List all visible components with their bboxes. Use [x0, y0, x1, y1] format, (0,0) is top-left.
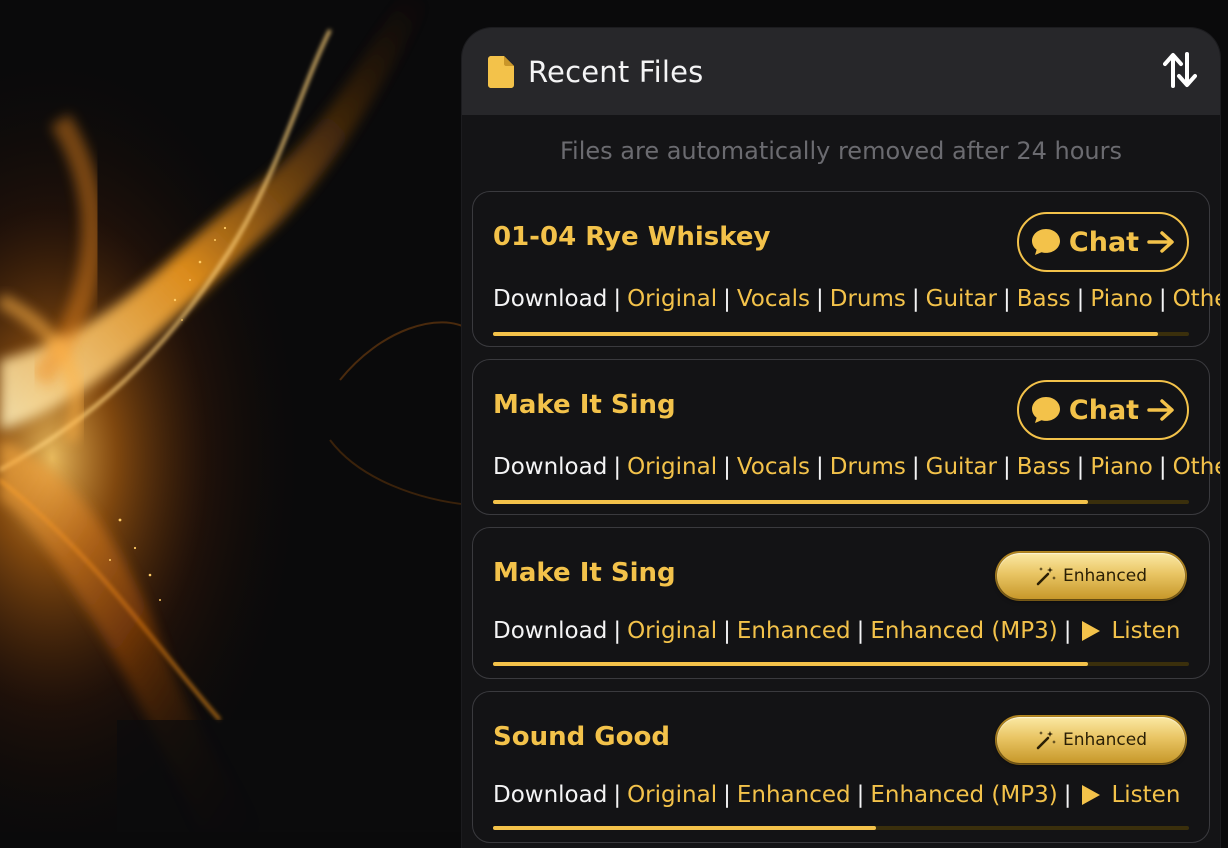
download-link[interactable]: Download [493, 454, 607, 480]
original-link[interactable]: Original [627, 782, 717, 808]
file-title: Make It Sing [493, 558, 676, 588]
enhanced-mp3-link[interactable]: Enhanced (MP3) [870, 782, 1057, 808]
sort-arrows-icon [1163, 52, 1197, 88]
drums-link[interactable]: Drums [830, 286, 906, 312]
progress-bar [493, 332, 1189, 336]
chat-label: Chat [1068, 226, 1140, 258]
output-links: Download | Original | Enhanced | Enhanced (… [493, 782, 1181, 808]
download-link[interactable]: Download [493, 782, 607, 808]
enhanced-badge-button[interactable]: Enhanced [997, 717, 1185, 763]
arrow-right-icon [1147, 399, 1174, 421]
chat-button[interactable]: Chat [1017, 380, 1189, 440]
guitar-link[interactable]: Guitar [926, 286, 997, 312]
chat-label: Chat [1068, 394, 1140, 426]
enhanced-link[interactable]: Enhanced [737, 782, 851, 808]
vocals-link[interactable]: Vocals [737, 286, 810, 312]
enhanced-mp3-link[interactable]: Enhanced (MP3) [870, 618, 1057, 644]
bass-link[interactable]: Bass [1017, 454, 1071, 480]
enhanced-link[interactable]: Enhanced [737, 618, 851, 644]
original-link[interactable]: Original [627, 454, 717, 480]
stem-links: Download | Original | Vocals | Drums | Guita… [493, 454, 1220, 480]
download-link[interactable]: Download [493, 286, 607, 312]
enhanced-badge-label: Enhanced [1062, 730, 1148, 750]
piano-link[interactable]: Piano [1090, 286, 1153, 312]
listen-button[interactable]: Listen [1081, 618, 1180, 644]
other-link[interactable]: Other [1173, 454, 1220, 480]
file-card: Make It Sing Chat Download | Original | Vo… [472, 359, 1220, 515]
retention-notice: Files are automatically removed after 24… [559, 137, 1123, 165]
drums-link[interactable]: Drums [830, 454, 906, 480]
chat-bubble-icon [1031, 229, 1060, 255]
listen-button[interactable]: Listen [1081, 782, 1180, 808]
play-icon [1082, 621, 1101, 641]
file-title: Sound Good [493, 722, 670, 752]
panel-header: Recent Files [462, 28, 1220, 115]
original-link[interactable]: Original [627, 286, 717, 312]
panel-title: Recent Files [528, 54, 704, 89]
output-links: Download | Original | Enhanced | Enhanced (… [493, 618, 1181, 644]
listen-label: Listen [1111, 618, 1181, 644]
guitar-link[interactable]: Guitar [926, 454, 997, 480]
file-title: Make It Sing [493, 390, 676, 420]
enhanced-badge-label: Enhanced [1062, 566, 1148, 586]
recent-files-panel: Recent Files Files are automatically rem… [462, 28, 1220, 848]
magic-wand-icon [1036, 567, 1056, 586]
other-link[interactable]: Other [1173, 286, 1220, 312]
file-card: Sound Good Enhanced Download | Original | … [472, 691, 1210, 843]
play-icon [1082, 785, 1101, 805]
vocals-link[interactable]: Vocals [737, 454, 810, 480]
magic-wand-icon [1036, 731, 1056, 750]
chat-button[interactable]: Chat [1017, 212, 1189, 272]
chat-bubble-icon [1031, 397, 1060, 423]
download-link[interactable]: Download [493, 618, 607, 644]
sort-button[interactable] [1160, 50, 1200, 90]
stem-links: Download | Original | Vocals | Drums | Guita… [493, 286, 1220, 312]
piano-link[interactable]: Piano [1090, 454, 1153, 480]
file-card: Make It Sing Enhanced Download | Original… [472, 527, 1210, 679]
bass-link[interactable]: Bass [1017, 286, 1071, 312]
original-link[interactable]: Original [627, 618, 717, 644]
progress-bar [493, 826, 1189, 830]
progress-bar [493, 662, 1189, 666]
enhanced-badge-button[interactable]: Enhanced [997, 553, 1185, 599]
listen-label: Listen [1111, 782, 1181, 808]
file-card: 01-04 Rye Whiskey Chat Download | Origina… [472, 191, 1220, 347]
arrow-right-icon [1147, 231, 1174, 253]
file-icon [488, 55, 514, 88]
progress-bar [493, 500, 1189, 504]
file-title: 01-04 Rye Whiskey [493, 222, 771, 252]
